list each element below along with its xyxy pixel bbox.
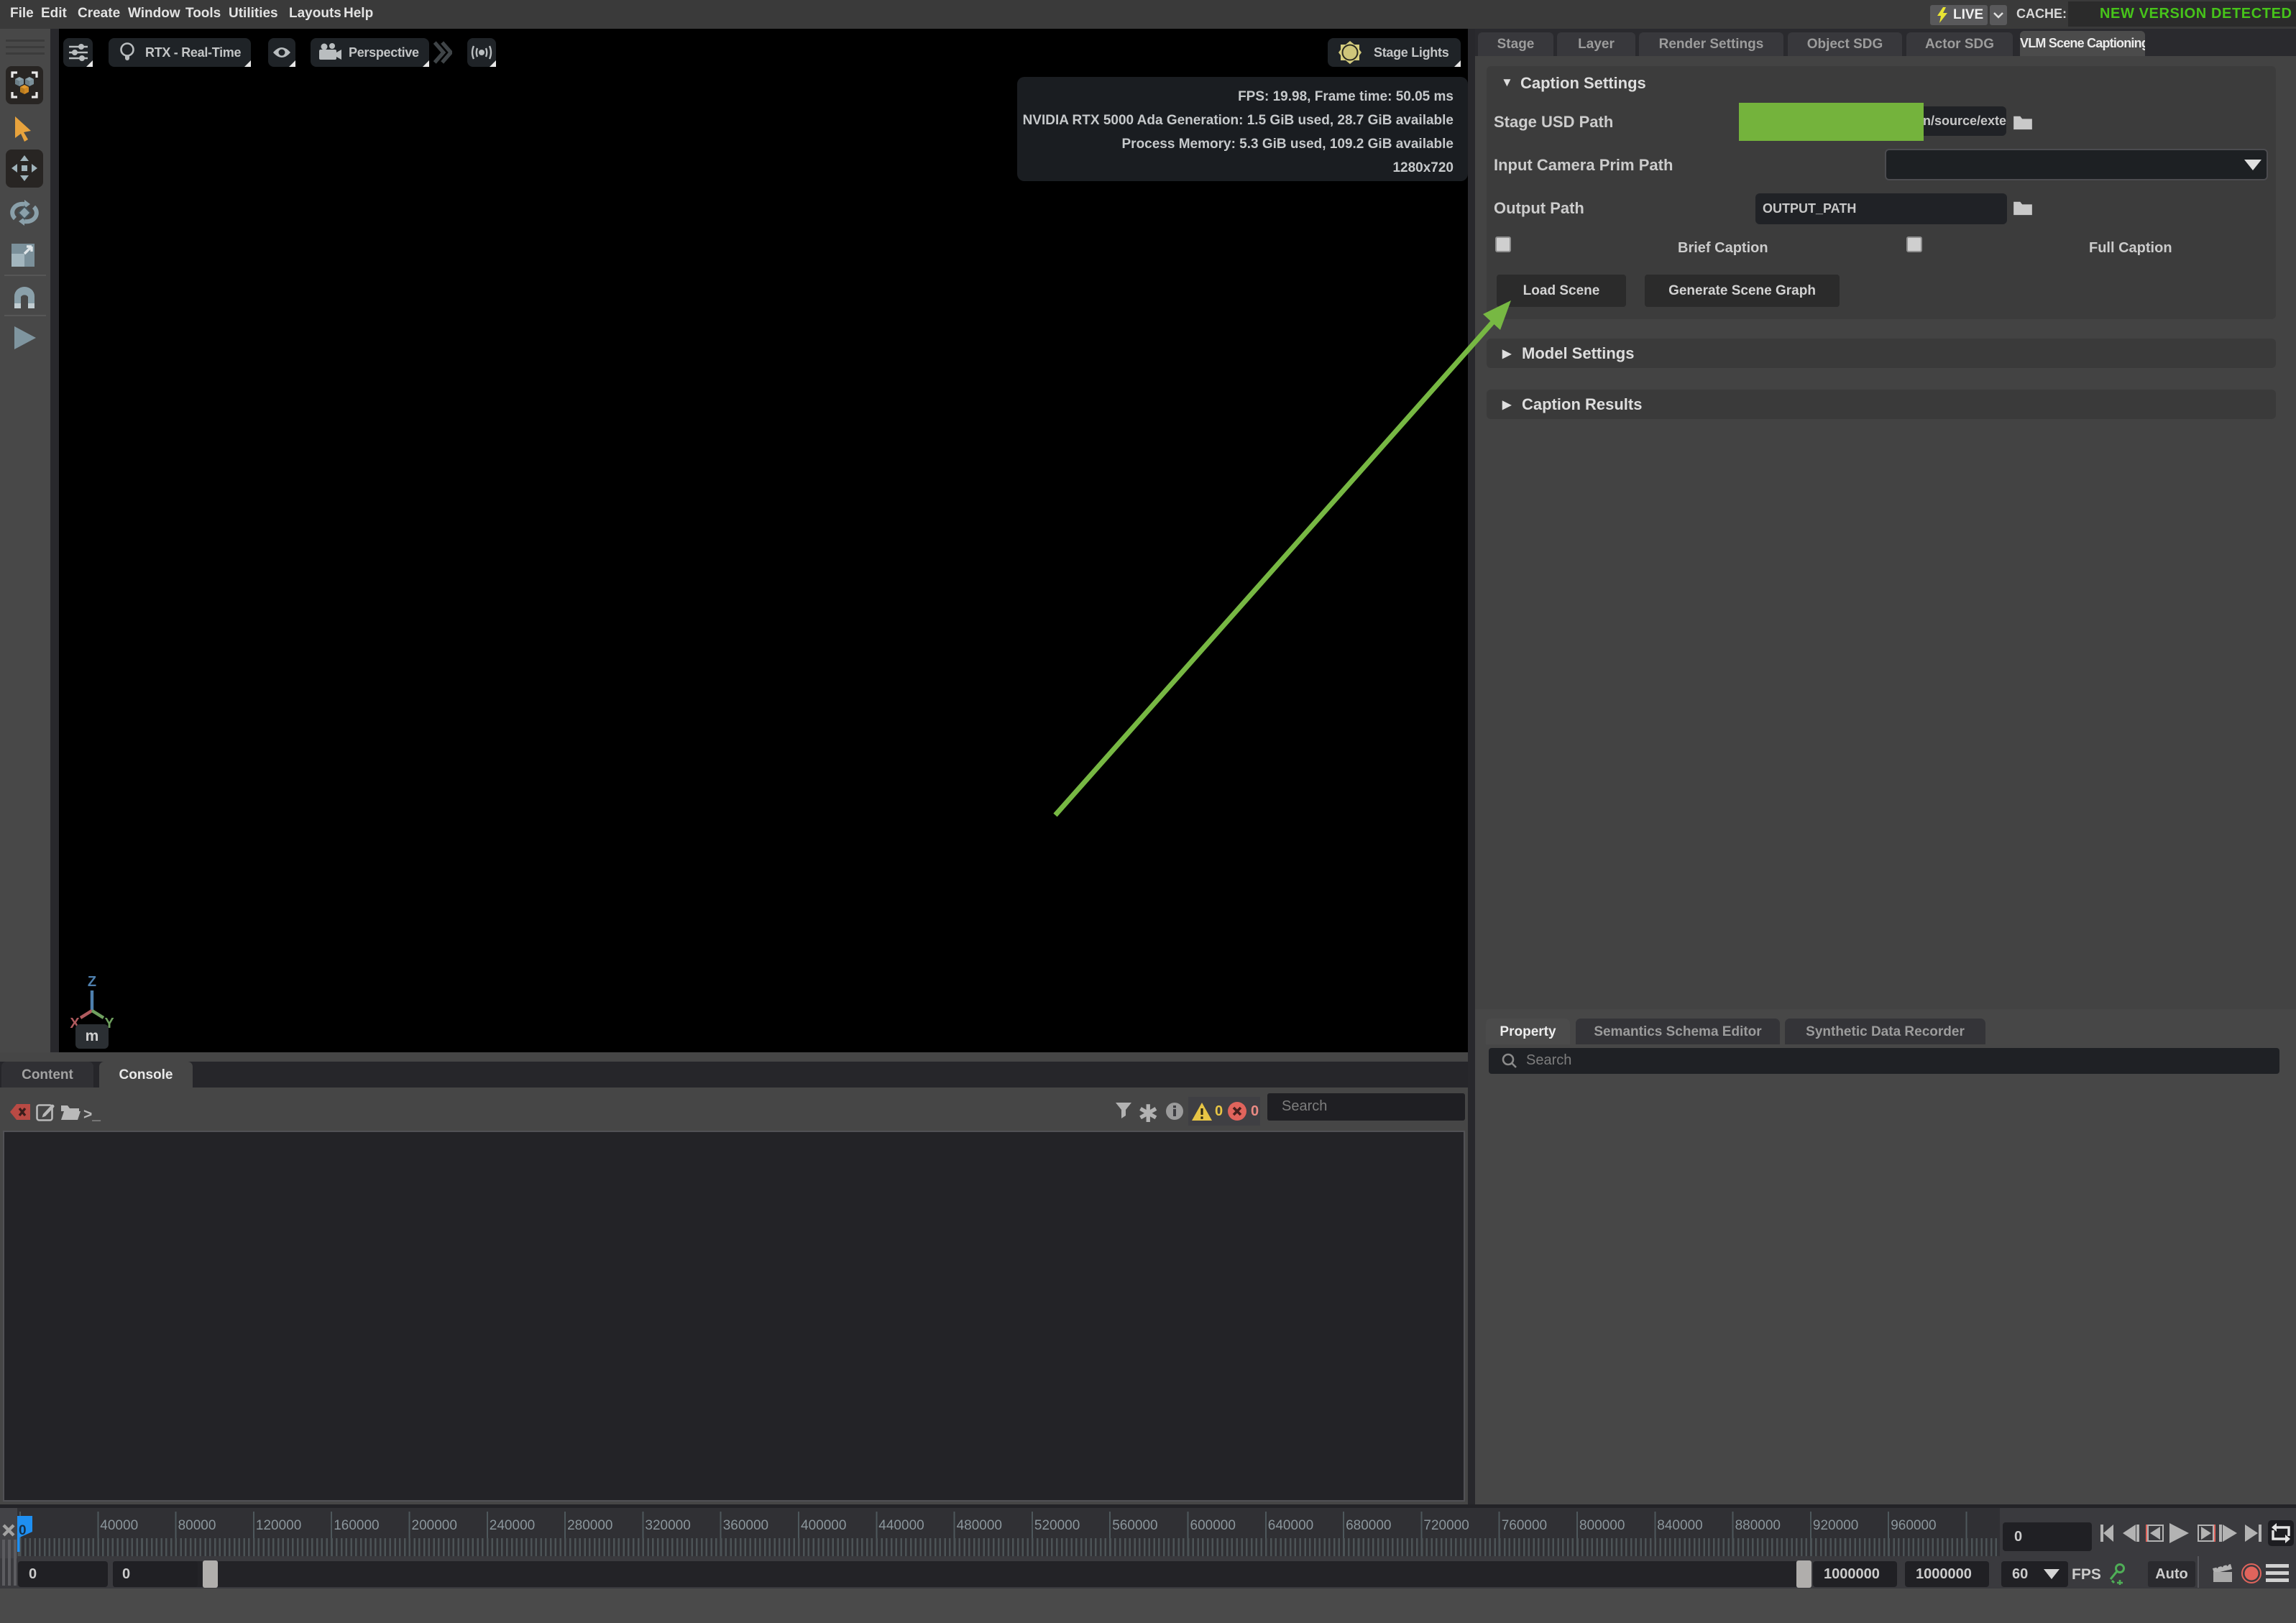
svg-text:0: 0 bbox=[19, 1523, 27, 1538]
svg-text:Z: Z bbox=[88, 974, 96, 990]
